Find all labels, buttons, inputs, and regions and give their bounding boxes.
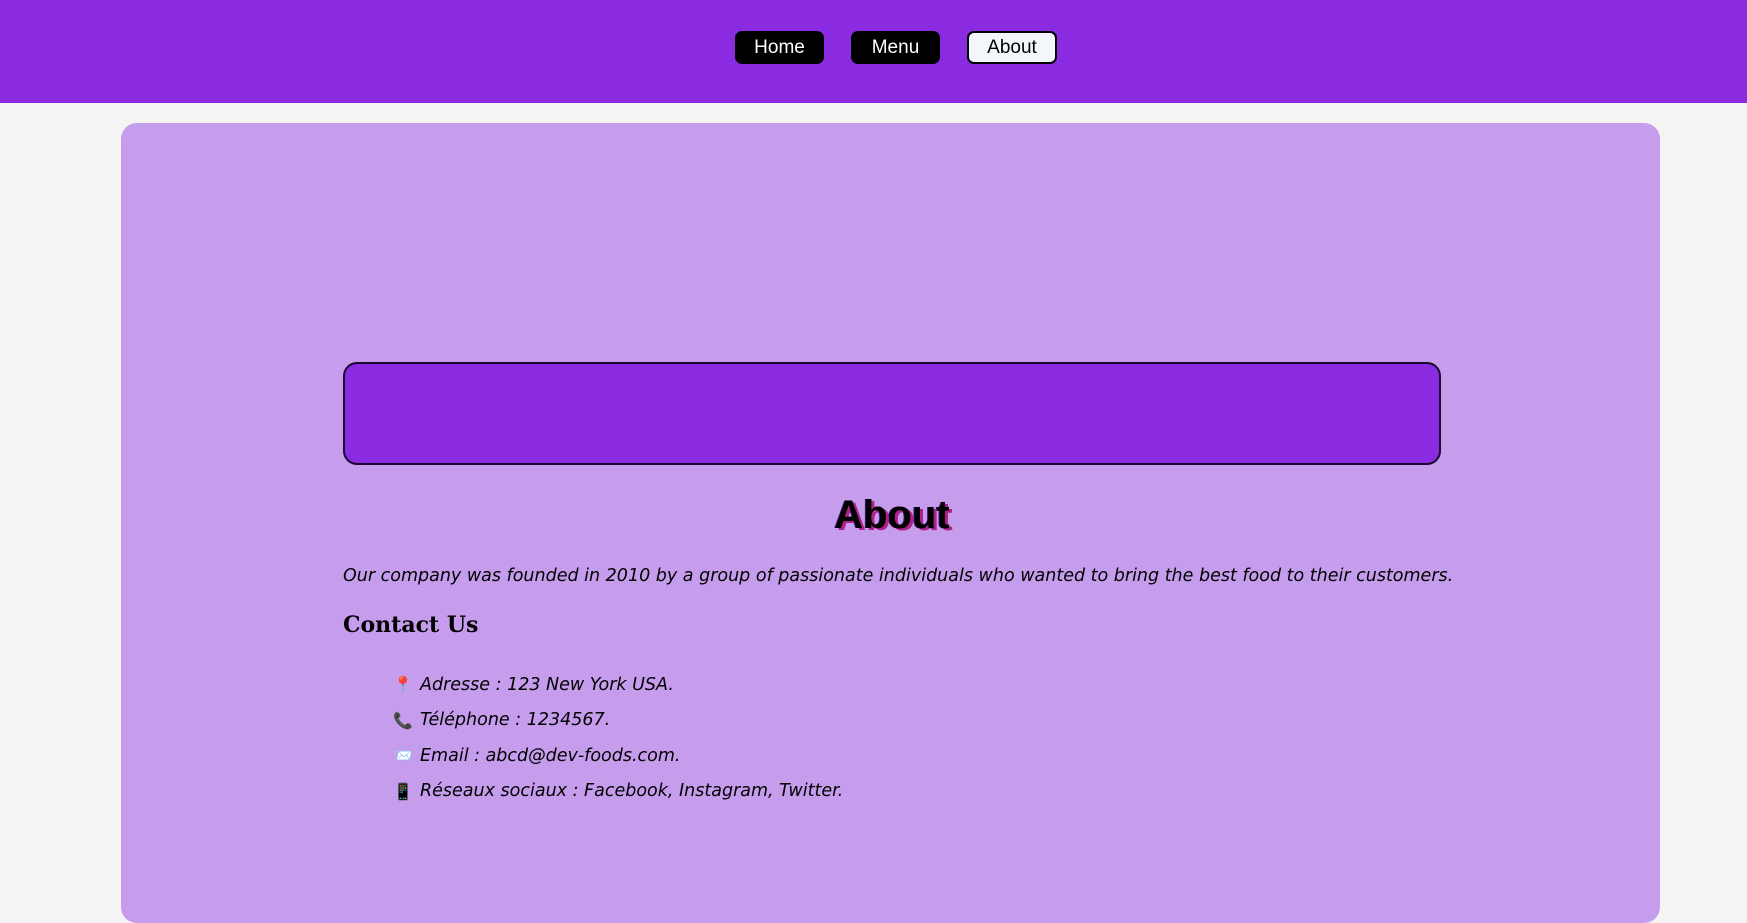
envelope-icon: 📨 xyxy=(393,746,413,766)
contact-heading: Contact Us xyxy=(343,612,479,638)
contact-item-phone: 📞 Téléphone : 1234567. xyxy=(393,703,843,739)
contact-item-email: 📨 Email : abcd@dev-foods.com. xyxy=(393,738,843,774)
about-button[interactable]: About xyxy=(967,31,1057,64)
home-button[interactable]: Home xyxy=(735,31,824,64)
contact-item-social: 📱 Réseaux sociaux : Facebook, Instagram,… xyxy=(393,774,843,810)
top-navbar: Home Menu About xyxy=(0,0,1747,103)
contact-item-address: 📍 Adresse : 123 New York USA. xyxy=(393,667,843,703)
hero-banner xyxy=(343,362,1441,465)
menu-button[interactable]: Menu xyxy=(851,31,940,64)
page-title: About xyxy=(834,493,950,537)
contact-item-text: Téléphone : 1234567. xyxy=(420,710,611,731)
contact-item-text: Adresse : 123 New York USA. xyxy=(420,674,674,695)
contact-item-text: Réseaux sociaux : Facebook, Instagram, T… xyxy=(420,781,844,802)
mobile-phone-icon: 📱 xyxy=(393,781,413,801)
pushpin-icon: 📍 xyxy=(393,675,413,695)
telephone-icon: 📞 xyxy=(393,710,413,730)
contact-item-text: Email : abcd@dev-foods.com. xyxy=(420,745,681,766)
contact-list: 📍 Adresse : 123 New York USA. 📞 Téléphon… xyxy=(393,667,843,809)
about-intro-text: Our company was founded in 2010 by a gro… xyxy=(343,566,1454,586)
